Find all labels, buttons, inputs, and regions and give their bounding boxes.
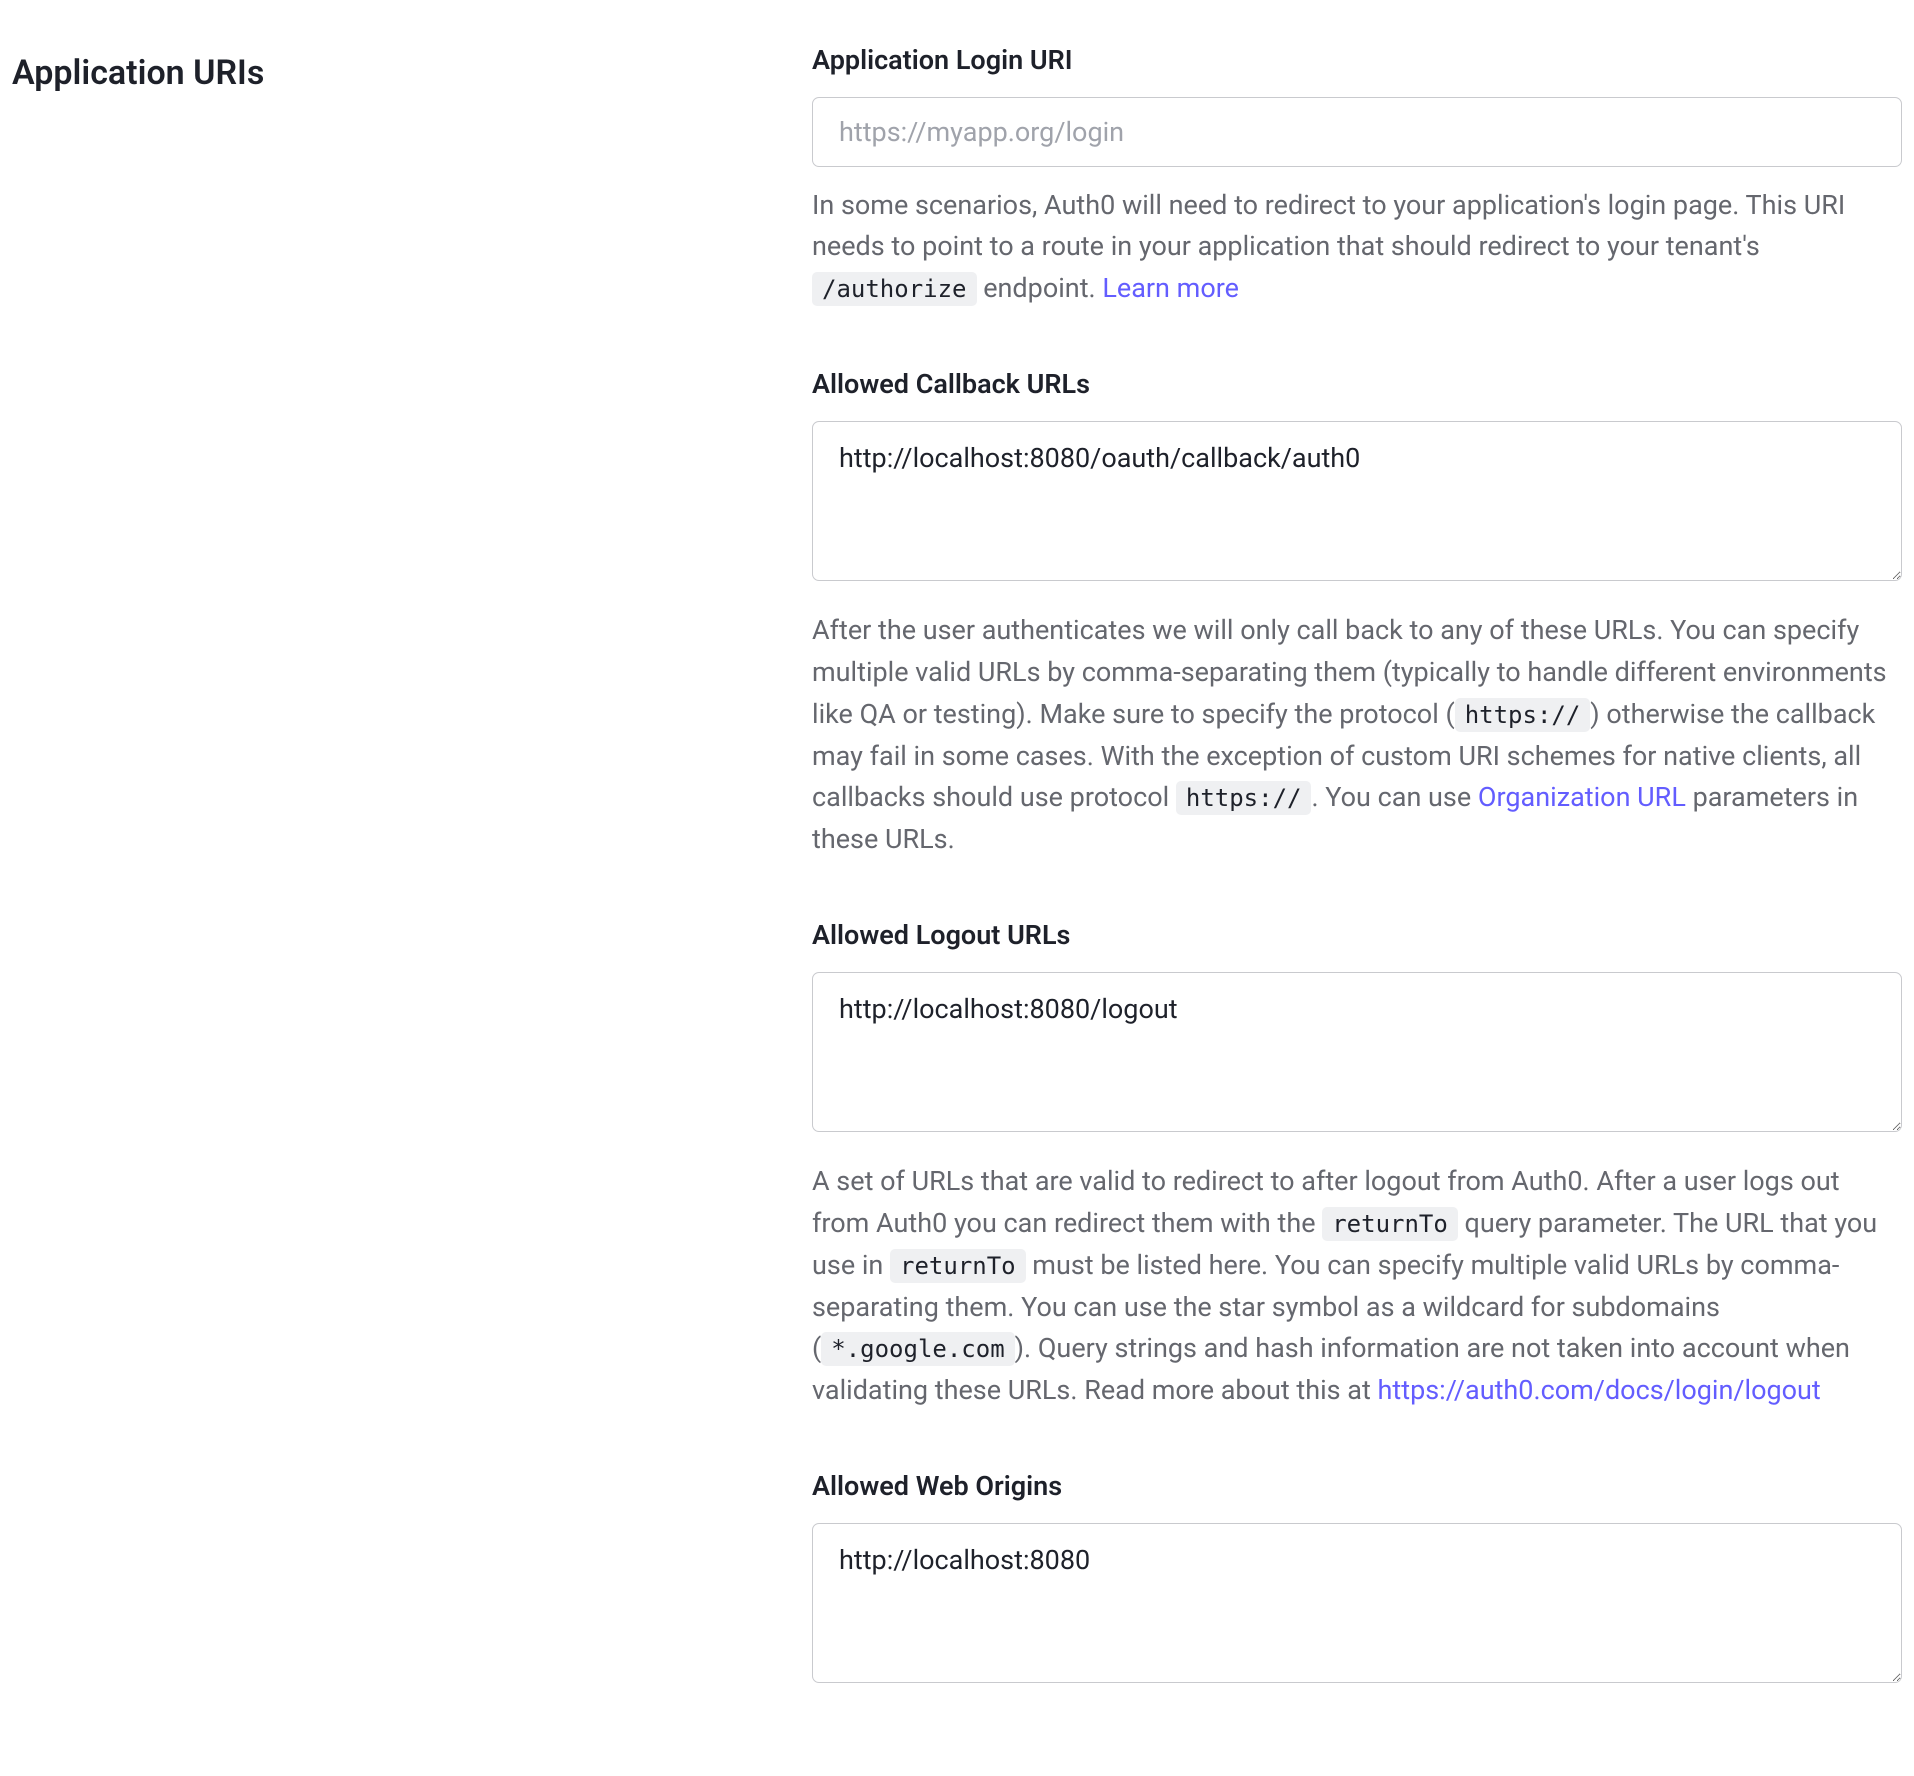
logout-urls-label: Allowed Logout URLs <box>812 915 1902 956</box>
logout-urls-help: A set of URLs that are valid to redirect… <box>812 1161 1902 1412</box>
logout-docs-link[interactable]: https://auth0.com/docs/login/logout <box>1378 1374 1821 1406</box>
wildcard-code: *.google.com <box>821 1332 1014 1366</box>
field-allowed-callback-urls: Allowed Callback URLs After the user aut… <box>812 364 1902 861</box>
field-application-login-uri: Application Login URI In some scenarios,… <box>812 40 1902 310</box>
https-code: https:// <box>1455 698 1591 732</box>
callback-urls-label: Allowed Callback URLs <box>812 364 1902 405</box>
authorize-code: /authorize <box>812 272 977 306</box>
https-code: https:// <box>1176 781 1312 815</box>
learn-more-link[interactable]: Learn more <box>1102 272 1239 304</box>
organization-url-link[interactable]: Organization URL <box>1478 781 1686 813</box>
section-title: Application URIs <box>12 48 812 99</box>
returnto-code: returnTo <box>890 1249 1026 1283</box>
returnto-code: returnTo <box>1322 1207 1458 1241</box>
callback-urls-help: After the user authenticates we will onl… <box>812 610 1902 861</box>
web-origins-textarea[interactable] <box>812 1523 1902 1683</box>
help-text-segment: In some scenarios, Auth0 will need to re… <box>812 189 1845 263</box>
field-allowed-web-origins: Allowed Web Origins <box>812 1466 1902 1694</box>
callback-urls-textarea[interactable] <box>812 421 1902 581</box>
login-uri-label: Application Login URI <box>812 40 1902 81</box>
web-origins-label: Allowed Web Origins <box>812 1466 1902 1507</box>
field-allowed-logout-urls: Allowed Logout URLs A set of URLs that a… <box>812 915 1902 1412</box>
logout-urls-textarea[interactable] <box>812 972 1902 1132</box>
login-uri-input[interactable] <box>812 97 1902 167</box>
help-text-segment: endpoint. <box>977 272 1103 304</box>
help-text-segment: . You can use <box>1311 781 1477 813</box>
login-uri-help: In some scenarios, Auth0 will need to re… <box>812 185 1902 311</box>
